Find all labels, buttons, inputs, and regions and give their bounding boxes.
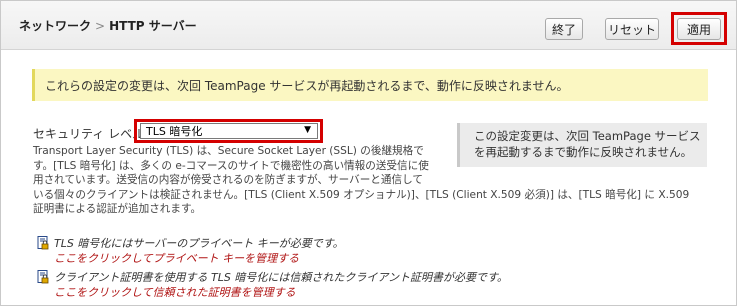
private-key-warning-text: TLS 暗号化にはサーバーのプライベート キーが必要です。 bbox=[54, 237, 344, 250]
sidebox-line: この設定変更は、次回 TeamPage サービス bbox=[474, 129, 701, 143]
security-level-label: セキュリティ レベル bbox=[33, 127, 145, 141]
description-line: 証明書による認証が追加されます。 bbox=[33, 203, 202, 215]
settings-panel: ネットワーク > HTTP サーバー 終了 リセット 適用 これらの設定の変更は、次… bbox=[0, 0, 737, 306]
breadcrumb-current: HTTP サーバー bbox=[109, 19, 197, 33]
breadcrumb-parent[interactable]: ネットワーク bbox=[19, 19, 91, 33]
header-bar: ネットワーク > HTTP サーバー 終了 リセット 適用 bbox=[1, 1, 736, 50]
restart-notice: これらの設定の変更は、次回 TeamPage サービスが再起動されるまで、動作に… bbox=[32, 69, 708, 101]
description-line: いる個々のクライアントは検証されません。[TLS (Client X.509 オ… bbox=[33, 188, 690, 201]
description-line: 用されています。送受信の内容が傍受されるのを防ぎますが、サーバーと通信して bbox=[33, 174, 423, 186]
sidebox-line: を再起動するまで動作に反映されません。 bbox=[474, 145, 693, 159]
breadcrumb-separator: > bbox=[95, 19, 106, 33]
security-description: Transport Layer Security (TLS) は、Secure … bbox=[33, 144, 690, 217]
restart-sidebox: この設定変更は、次回 TeamPage サービス を再起動するまで動作に反映され… bbox=[457, 123, 707, 167]
end-button[interactable]: 終了 bbox=[545, 18, 583, 40]
manage-private-key-link[interactable]: ここをクリックしてプライベート キーを管理する bbox=[54, 250, 299, 266]
breadcrumb: ネットワーク > HTTP サーバー bbox=[19, 17, 197, 34]
description-line: す。[TLS 暗号化] は、多くの e-コマースのサイトで機密性の高い情報の送受… bbox=[33, 159, 429, 172]
certificate-lock-icon bbox=[37, 236, 49, 250]
security-level-selected: TLS 暗号化 bbox=[146, 125, 203, 138]
apply-button[interactable]: 適用 bbox=[677, 18, 721, 40]
certificate-lock-icon bbox=[37, 270, 49, 284]
description-line: Transport Layer Security (TLS) は、Secure … bbox=[33, 145, 424, 157]
security-level-select[interactable]: TLS 暗号化 ▼ bbox=[140, 123, 318, 139]
manage-trusted-certs-link[interactable]: ここをクリックして信頼された証明書を管理する bbox=[54, 284, 296, 300]
restart-notice-text: これらの設定の変更は、次回 TeamPage サービスが再起動されるまで、動作に… bbox=[45, 78, 569, 93]
dropdown-arrow-icon: ▼ bbox=[304, 125, 311, 135]
client-cert-warning-text: クライアント証明書を使用する TLS 暗号化には信頼されたクライアント証明書が必… bbox=[54, 271, 508, 284]
reset-button[interactable]: リセット bbox=[605, 18, 659, 40]
